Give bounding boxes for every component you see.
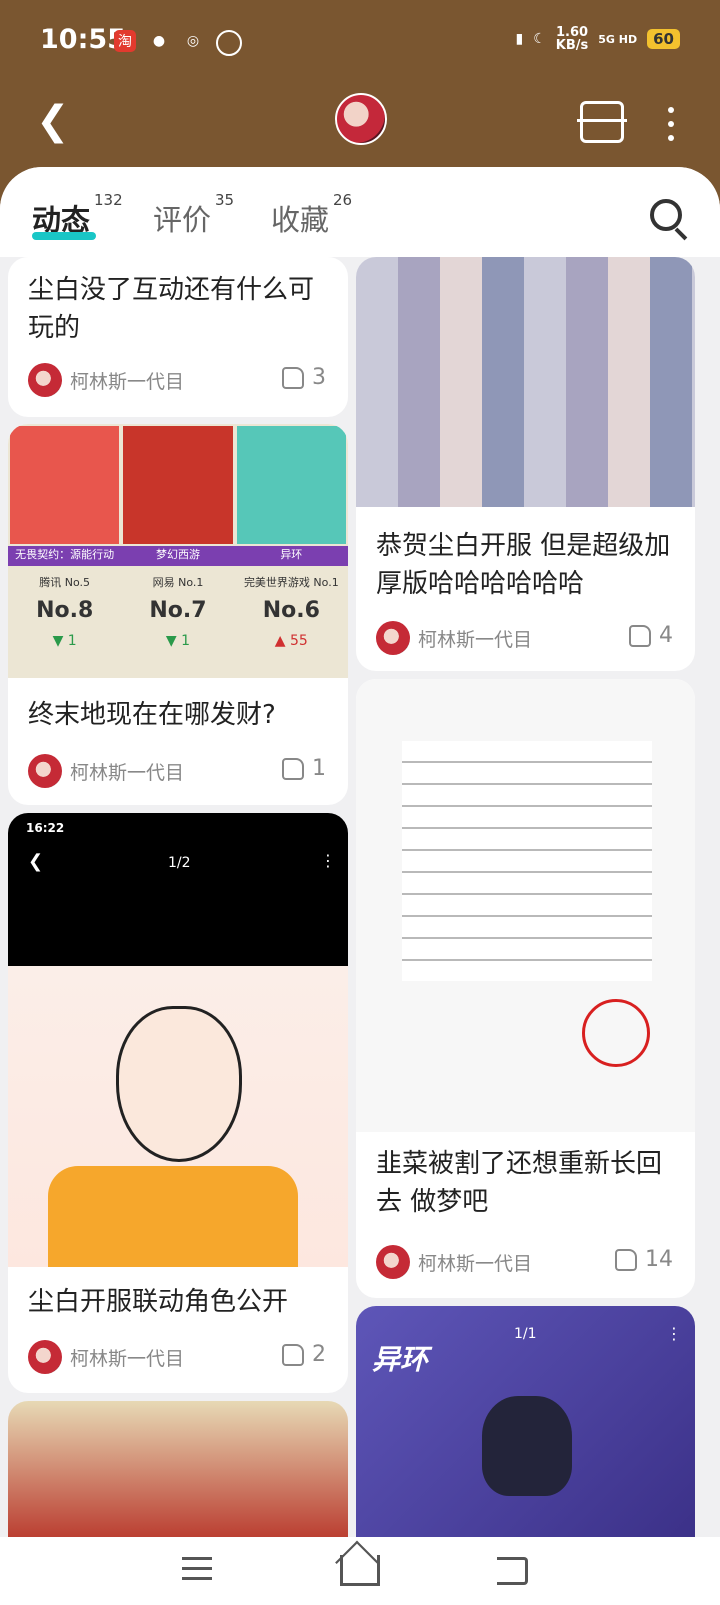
post-title: 韭菜被割了还想重新长回去 做梦吧 bbox=[376, 1149, 663, 1217]
document-image bbox=[356, 679, 695, 1132]
game-name: 无畏契约：源能行动 bbox=[15, 548, 115, 561]
home-icon[interactable] bbox=[340, 1555, 380, 1586]
author-avatar bbox=[376, 1245, 410, 1279]
more-vertical-icon: ⋮ bbox=[666, 1324, 682, 1343]
network-speed: 1.60 KB/s bbox=[555, 25, 589, 53]
thumb-up-icon bbox=[615, 1248, 637, 1271]
status-bar: 10:55 淘 ● ◎ ▮ ☾ 1.60 KB/s 5G HD 60 bbox=[0, 0, 720, 85]
red-seal bbox=[582, 999, 650, 1067]
post-card[interactable]: 尘白没了互动还有什么可玩的 柯林斯一代目 3 bbox=[8, 257, 348, 417]
wechat-icon: ● bbox=[152, 33, 166, 49]
post-card[interactable]: 无畏契约：源能行动 梦幻西游 异环 腾讯 No.5 No.8 ▼ 1 网易 No.1… bbox=[8, 424, 348, 805]
post-card[interactable]: 异环 1/1 ⋮ bbox=[356, 1306, 695, 1537]
game-icon bbox=[123, 426, 233, 544]
battery-indicator: 60 bbox=[647, 29, 680, 49]
like-button[interactable]: 4 bbox=[629, 623, 673, 648]
comic-face bbox=[116, 1006, 242, 1162]
image-page-indicator: 1/1 bbox=[514, 1326, 537, 1342]
game-name: 异环 bbox=[280, 548, 303, 561]
game-icon bbox=[236, 426, 346, 544]
post-author[interactable]: 柯林斯一代目 bbox=[376, 621, 532, 655]
like-button[interactable]: 1 bbox=[282, 756, 326, 781]
back-arrow-icon[interactable]: ❮ bbox=[36, 101, 70, 141]
document-text-lines bbox=[402, 741, 652, 981]
post-title: 终末地现在在哪发财? bbox=[28, 700, 276, 730]
post-card[interactable]: 恭贺尘白开服 但是超级加厚版哈哈哈哈哈哈 柯林斯一代目 4 bbox=[356, 257, 695, 671]
post-card[interactable] bbox=[8, 1401, 348, 1537]
thumb-up-icon bbox=[282, 366, 304, 389]
menu-icon[interactable] bbox=[182, 1557, 212, 1587]
hotspot-icon: ◎ bbox=[186, 33, 200, 49]
post-author[interactable]: 柯林斯一代目 bbox=[376, 1245, 532, 1279]
back-arrow-icon: ❮ bbox=[28, 851, 44, 872]
like-button[interactable]: 14 bbox=[615, 1247, 673, 1272]
post-card[interactable]: 16:22 ❮ 1/2 ⋮ 尘白开服联动角色公开 柯林斯一代目 2 bbox=[8, 813, 348, 1393]
game-icons bbox=[8, 424, 348, 546]
return-icon[interactable] bbox=[497, 1557, 528, 1585]
game-name: 梦幻西游 bbox=[155, 548, 200, 561]
screenshot-header: 16:22 ❮ 1/2 ⋮ bbox=[8, 813, 348, 966]
top-header: ❮ bbox=[0, 85, 720, 167]
author-avatar bbox=[376, 621, 410, 655]
author-avatar bbox=[28, 754, 62, 788]
app-icon bbox=[216, 30, 242, 56]
author-avatar bbox=[28, 363, 62, 397]
character-collage-image bbox=[356, 257, 695, 507]
author-avatar bbox=[28, 1340, 62, 1374]
system-nav-bar bbox=[0, 1537, 720, 1605]
tab-favorites[interactable]: 收藏26 bbox=[271, 191, 352, 239]
post-card[interactable]: 韭菜被割了还想重新长回去 做梦吧 柯林斯一代目 14 bbox=[356, 679, 695, 1298]
like-button[interactable]: 3 bbox=[282, 365, 326, 390]
comic-art bbox=[8, 966, 348, 1267]
comic-shirt bbox=[48, 1166, 298, 1267]
comic-image: 16:22 ❮ 1/2 ⋮ bbox=[8, 813, 348, 1267]
post-title: 尘白开服联动角色公开 bbox=[28, 1287, 289, 1317]
post-author[interactable]: 柯林斯一代目 bbox=[28, 1340, 184, 1374]
thumb-up-icon bbox=[282, 1343, 304, 1366]
notification-icons: 淘 ● ◎ bbox=[114, 30, 242, 56]
vibrate-icon: ▮ bbox=[515, 31, 524, 47]
wolf-character bbox=[482, 1396, 572, 1496]
post-title: 恭贺尘白开服 但是超级加厚版哈哈哈哈哈哈 bbox=[376, 531, 671, 599]
content-sheet: 动态132 评价35 收藏26 尘白没了互动还有什么可玩的 柯林斯一代目 3 无… bbox=[0, 167, 720, 1537]
moon-icon: ☾ bbox=[533, 31, 546, 47]
ranking-image: 无畏契约：源能行动 梦幻西游 异环 腾讯 No.5 No.8 ▼ 1 网易 No.1… bbox=[8, 424, 348, 678]
taobao-icon: 淘 bbox=[114, 30, 136, 52]
search-icon[interactable] bbox=[650, 199, 682, 231]
thumb-up-icon bbox=[629, 624, 651, 647]
profile-avatar[interactable] bbox=[335, 93, 387, 145]
tab-reviews[interactable]: 评价35 bbox=[153, 191, 234, 239]
system-icons: ▮ ☾ 1.60 KB/s 5G HD 60 bbox=[516, 26, 680, 52]
post-author[interactable]: 柯林斯一代目 bbox=[28, 754, 184, 788]
more-vertical-icon: ⋮ bbox=[320, 851, 336, 870]
post-title: 尘白没了互动还有什么可玩的 bbox=[28, 275, 315, 343]
scan-icon[interactable] bbox=[577, 101, 627, 143]
game-logo: 异环 bbox=[372, 1343, 429, 1376]
network-type: 5G HD bbox=[598, 32, 638, 46]
thumb-up-icon bbox=[282, 757, 304, 780]
like-button[interactable]: 2 bbox=[282, 1342, 326, 1367]
game-icon bbox=[10, 426, 120, 544]
tab-active-indicator bbox=[32, 232, 96, 240]
post-author[interactable]: 柯林斯一代目 bbox=[28, 363, 184, 397]
tab-bar: 动态132 评价35 收藏26 bbox=[0, 167, 720, 257]
more-vertical-icon[interactable] bbox=[668, 107, 674, 149]
